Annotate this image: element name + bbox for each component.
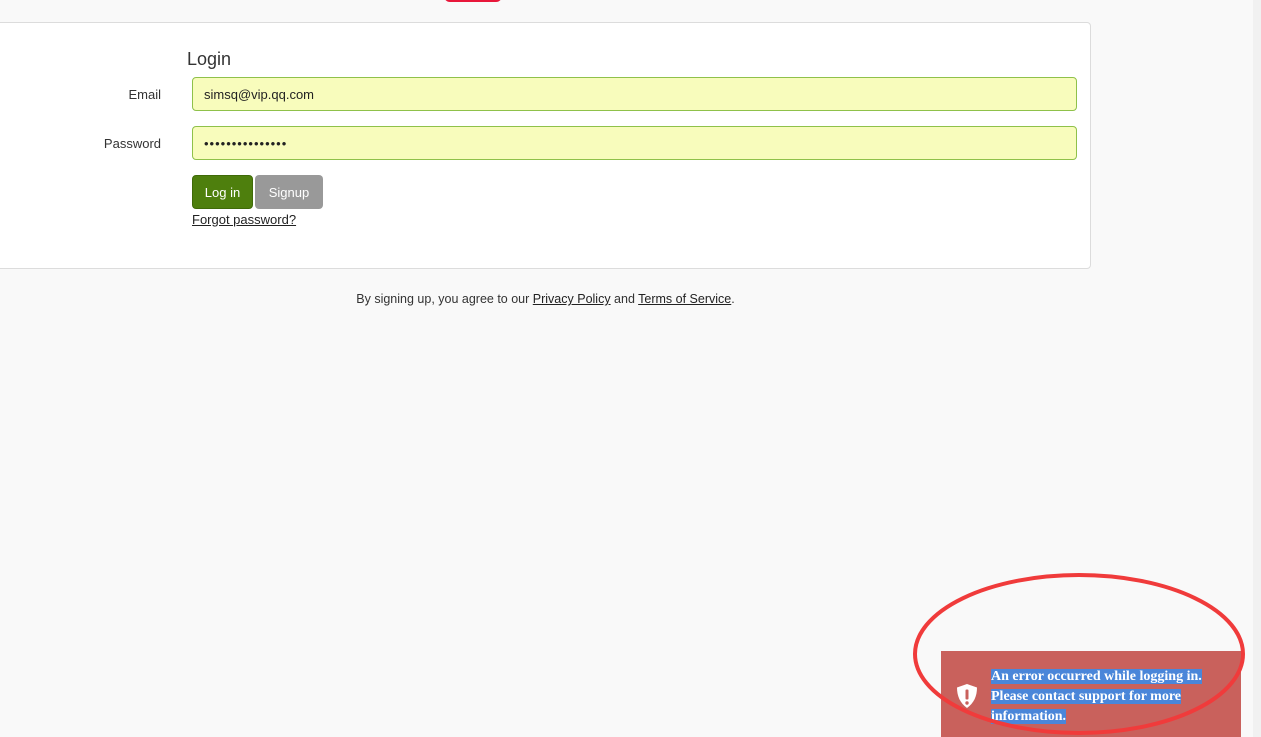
email-input[interactable] bbox=[192, 77, 1077, 111]
error-message-text: An error occurred while logging in. Plea… bbox=[991, 669, 1202, 724]
error-toast[interactable]: An error occurred while logging in. Plea… bbox=[941, 651, 1241, 737]
agreement-suffix: . bbox=[731, 292, 735, 306]
privacy-policy-link[interactable]: Privacy Policy bbox=[533, 292, 611, 306]
login-button[interactable]: Log in bbox=[192, 175, 253, 209]
password-label: Password bbox=[103, 136, 161, 151]
scrollbar[interactable] bbox=[1253, 0, 1261, 737]
password-input[interactable] bbox=[192, 126, 1077, 160]
brand-logo-text: ··· bbox=[516, 0, 600, 5]
signup-agreement: By signing up, you agree to our Privacy … bbox=[0, 292, 1091, 306]
agreement-prefix: By signing up, you agree to our bbox=[356, 292, 533, 306]
email-label: Email bbox=[128, 87, 161, 102]
login-title: Login bbox=[187, 49, 232, 69]
login-card: Login Email Password Log in Signup Forgo… bbox=[0, 22, 1091, 269]
error-message: An error occurred while logging in. Plea… bbox=[991, 667, 1213, 727]
agreement-middle: and bbox=[610, 292, 639, 306]
forgot-password-link[interactable]: Forgot password? bbox=[192, 212, 296, 227]
signup-button[interactable]: Signup bbox=[255, 175, 323, 209]
shield-exclamation-icon bbox=[957, 684, 977, 708]
terms-of-service-link[interactable]: Terms of Service bbox=[638, 292, 731, 306]
brand-logo bbox=[444, 0, 502, 2]
